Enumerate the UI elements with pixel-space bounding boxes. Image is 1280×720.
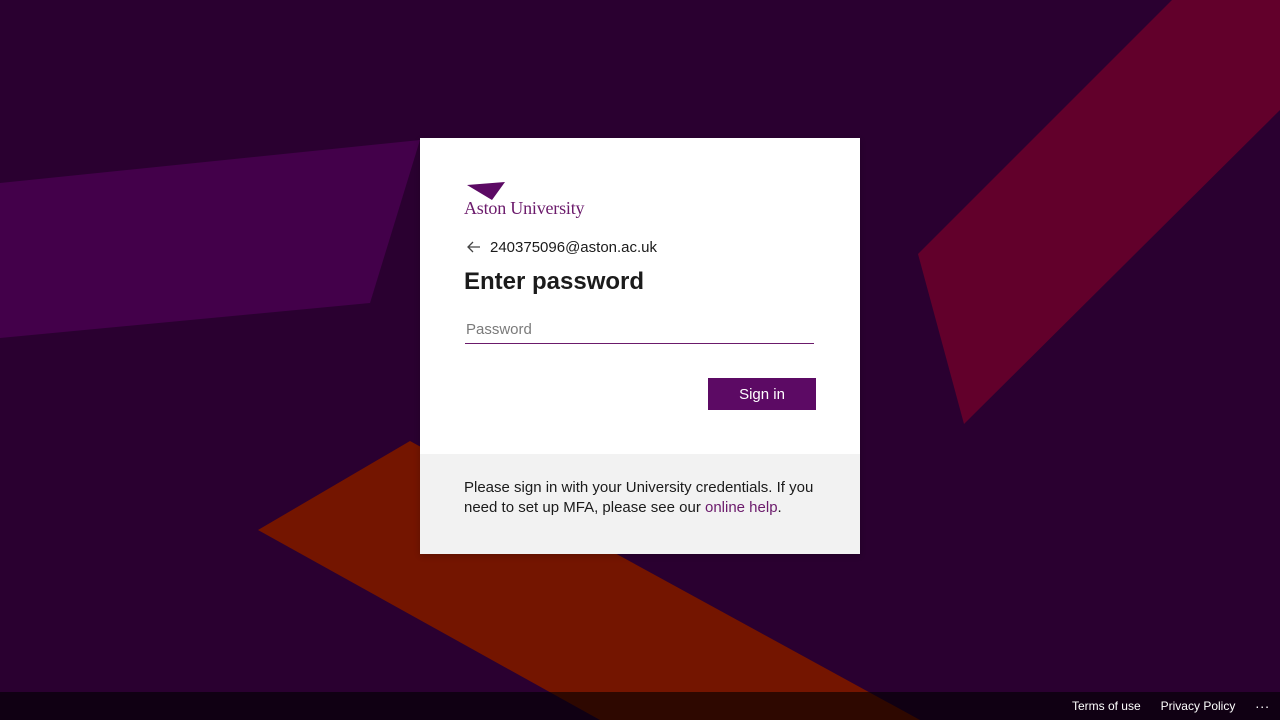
terms-of-use-link[interactable]: Terms of use bbox=[1072, 699, 1141, 713]
aston-university-logo: Aston University bbox=[464, 182, 588, 218]
logo-text: Aston University bbox=[464, 198, 585, 218]
back-arrow-icon[interactable] bbox=[464, 237, 484, 257]
password-input[interactable] bbox=[465, 316, 814, 344]
footer-description: Please sign in with your University cred… bbox=[464, 478, 824, 518]
page-title: Enter password bbox=[464, 268, 645, 295]
more-options-button[interactable]: ... bbox=[1255, 696, 1270, 714]
identity-email: 240375096@aston.ac.uk bbox=[490, 238, 658, 256]
background-shape-right bbox=[918, 0, 1280, 424]
identity-banner[interactable]: 240375096@aston.ac.uk bbox=[464, 236, 657, 258]
online-help-link[interactable]: online help bbox=[705, 499, 778, 516]
bottom-links: Terms of use Privacy Policy ... bbox=[1052, 692, 1270, 720]
privacy-policy-link[interactable]: Privacy Policy bbox=[1161, 699, 1236, 713]
sign-in-card-body: Aston University 240375096@aston.ac.uk E… bbox=[420, 138, 860, 454]
sign-in-button[interactable]: Sign in bbox=[708, 378, 816, 410]
background-shape-left bbox=[0, 140, 420, 338]
sign-in-card-footer: Please sign in with your University cred… bbox=[420, 454, 860, 554]
footer-text-end: . bbox=[777, 499, 782, 516]
bottom-bar: Terms of use Privacy Policy ... bbox=[0, 692, 1280, 720]
sign-in-card: Aston University 240375096@aston.ac.uk E… bbox=[420, 138, 860, 554]
